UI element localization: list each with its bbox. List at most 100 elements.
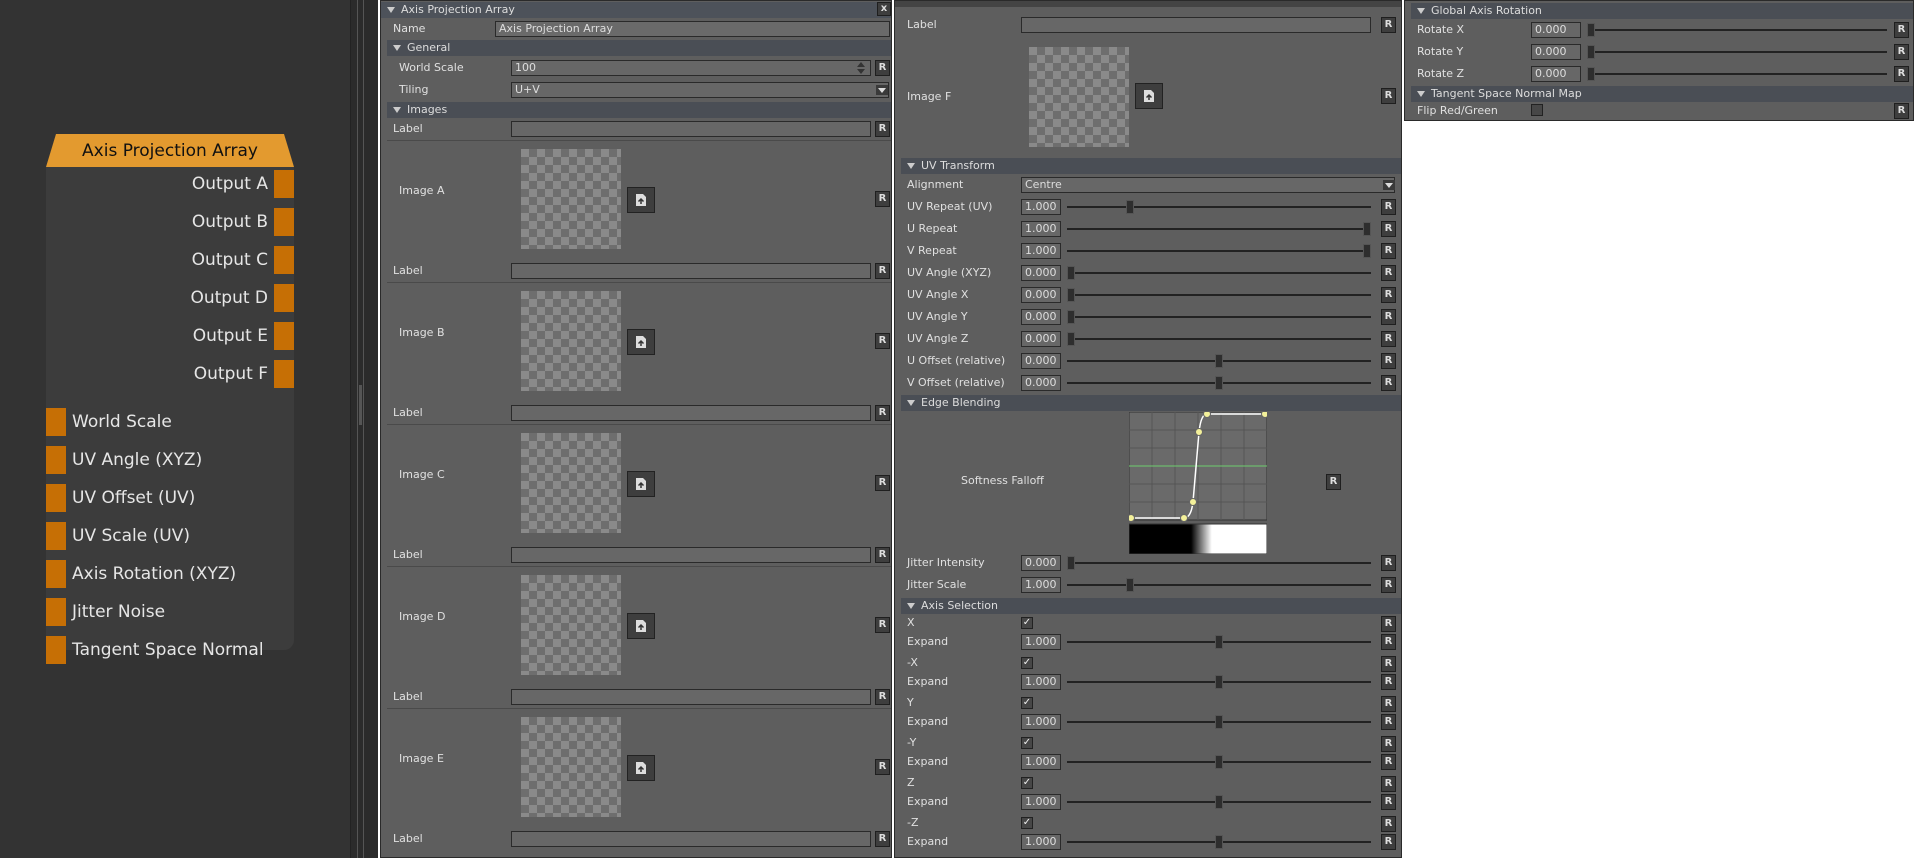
expand-slider-thumb[interactable]	[1215, 835, 1223, 849]
uv-slider-thumb[interactable]	[1067, 266, 1075, 280]
load-image-button[interactable]	[627, 613, 655, 639]
axis-checkbox[interactable]: ✓	[1021, 777, 1033, 789]
node-output-port[interactable]: Output C	[46, 245, 294, 275]
label-field[interactable]	[511, 263, 871, 279]
reset-button[interactable]: R	[1381, 221, 1396, 237]
expand-slider-thumb[interactable]	[1215, 675, 1223, 689]
reset-button[interactable]: R	[1894, 22, 1909, 38]
node-input-port[interactable]: Tangent Space Normal	[46, 635, 294, 665]
reset-button[interactable]: R	[1894, 103, 1909, 119]
chevron-down-icon[interactable]	[1383, 180, 1395, 190]
jitter-slider-track[interactable]	[1067, 562, 1371, 564]
uv-slider-field[interactable]: 0.000	[1021, 353, 1061, 369]
reset-button[interactable]: R	[875, 475, 890, 491]
tiling-dropdown[interactable]: U+V	[511, 82, 889, 98]
port-connector[interactable]	[46, 408, 66, 436]
uv-slider-thumb[interactable]	[1215, 354, 1223, 368]
expand-slider-field[interactable]: 1.000	[1021, 834, 1061, 850]
load-image-button[interactable]	[627, 471, 655, 497]
expand-slider-field[interactable]: 1.000	[1021, 754, 1061, 770]
reset-button[interactable]: R	[875, 333, 890, 349]
label-field[interactable]	[511, 831, 871, 847]
node-output-port[interactable]: Output A	[46, 169, 294, 199]
reset-button[interactable]: R	[1326, 474, 1341, 490]
section-tangent-normal[interactable]: Tangent Space Normal Map	[1411, 86, 1913, 102]
load-image-button[interactable]	[627, 755, 655, 781]
expand-slider-field[interactable]: 1.000	[1021, 674, 1061, 690]
reset-button[interactable]: R	[875, 689, 890, 705]
uv-slider-track[interactable]	[1067, 228, 1371, 230]
reset-button[interactable]: R	[1381, 634, 1396, 650]
uv-slider-field[interactable]: 1.000	[1021, 199, 1061, 215]
node-graph[interactable]: Axis Projection Array Output A Output B Ou…	[0, 0, 350, 858]
node-body[interactable]: Output A Output B Output C Output D Output E…	[46, 167, 294, 664]
uv-slider-track[interactable]	[1067, 316, 1371, 318]
reset-button[interactable]: R	[875, 191, 890, 207]
close-button[interactable]: x	[877, 2, 891, 16]
reset-button[interactable]: R	[1381, 199, 1396, 215]
reset-button[interactable]: R	[1381, 656, 1396, 672]
reset-button[interactable]: R	[875, 405, 890, 421]
uv-slider-thumb[interactable]	[1067, 310, 1075, 324]
chevron-down-icon[interactable]	[876, 85, 888, 95]
node-output-port[interactable]: Output D	[46, 283, 294, 313]
rotate-thumb[interactable]	[1587, 45, 1595, 59]
port-connector[interactable]	[274, 170, 294, 198]
rotate-thumb[interactable]	[1587, 67, 1595, 81]
rotate-track[interactable]	[1587, 29, 1887, 31]
rotate-field[interactable]: 0.000	[1531, 22, 1581, 38]
uv-slider-track[interactable]	[1067, 294, 1371, 296]
reset-button[interactable]: R	[1894, 44, 1909, 60]
node-input-port[interactable]: UV Offset (UV)	[46, 483, 294, 513]
node-title[interactable]: Axis Projection Array	[46, 134, 294, 167]
port-connector[interactable]	[274, 284, 294, 312]
jitter-slider-field[interactable]: 0.000	[1021, 555, 1061, 571]
reset-button[interactable]: R	[1381, 577, 1396, 593]
rotate-field[interactable]: 0.000	[1531, 66, 1581, 82]
reset-button[interactable]: R	[1381, 331, 1396, 347]
reset-button[interactable]: R	[1381, 794, 1396, 810]
node-input-port[interactable]: UV Scale (UV)	[46, 521, 294, 551]
splitter[interactable]	[350, 0, 378, 858]
port-connector[interactable]	[46, 560, 66, 588]
expand-slider-field[interactable]: 1.000	[1021, 794, 1061, 810]
reset-button[interactable]: R	[1381, 265, 1396, 281]
port-connector[interactable]	[46, 522, 66, 550]
alignment-dropdown[interactable]: Centre	[1021, 177, 1395, 193]
axis-checkbox[interactable]: ✓	[1021, 737, 1033, 749]
port-connector[interactable]	[46, 446, 66, 474]
label-field[interactable]	[511, 689, 871, 705]
section-edge-blending[interactable]: Edge Blending	[901, 395, 1401, 411]
label-field[interactable]	[1021, 17, 1371, 33]
reset-button[interactable]: R	[1381, 816, 1396, 832]
section-images[interactable]: Images	[387, 102, 891, 118]
name-field[interactable]: Axis Projection Array	[495, 21, 890, 37]
port-connector[interactable]	[46, 636, 66, 664]
reset-button[interactable]: R	[1381, 754, 1396, 770]
uv-slider-thumb[interactable]	[1126, 200, 1134, 214]
uv-slider-field[interactable]: 0.000	[1021, 287, 1061, 303]
axis-checkbox[interactable]: ✓	[1021, 697, 1033, 709]
uv-slider-track[interactable]	[1067, 338, 1371, 340]
uv-slider-field[interactable]: 0.000	[1021, 375, 1061, 391]
image-preview[interactable]	[521, 149, 621, 249]
expand-slider-field[interactable]: 1.000	[1021, 714, 1061, 730]
reset-button[interactable]: R	[1381, 309, 1396, 325]
port-connector[interactable]	[274, 322, 294, 350]
reset-button[interactable]: R	[875, 831, 890, 847]
reset-button[interactable]: R	[1381, 287, 1396, 303]
uv-slider-track[interactable]	[1067, 250, 1371, 252]
port-connector[interactable]	[274, 360, 294, 388]
label-field[interactable]	[511, 121, 871, 137]
expand-slider-field[interactable]: 1.000	[1021, 634, 1061, 650]
reset-button[interactable]: R	[875, 60, 890, 76]
expand-slider-thumb[interactable]	[1215, 635, 1223, 649]
expand-slider-thumb[interactable]	[1215, 715, 1223, 729]
uv-slider-thumb[interactable]	[1363, 244, 1371, 258]
reset-button[interactable]: R	[875, 263, 890, 279]
reset-button[interactable]: R	[1381, 555, 1396, 571]
reset-button[interactable]: R	[1381, 17, 1396, 33]
axis-checkbox[interactable]: ✓	[1021, 657, 1033, 669]
reset-button[interactable]: R	[1894, 66, 1909, 82]
node-output-port[interactable]: Output E	[46, 321, 294, 351]
